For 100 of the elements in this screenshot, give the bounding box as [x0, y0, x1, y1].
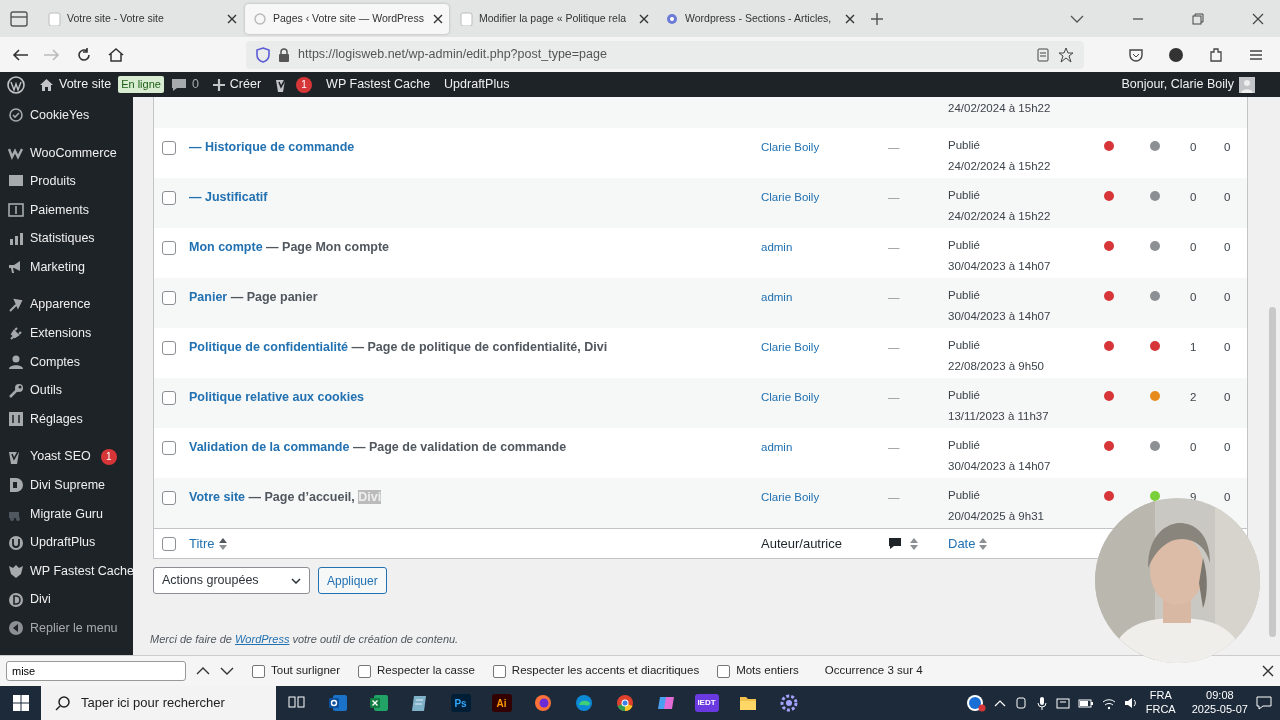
- author-link[interactable]: Clarie Boily: [761, 491, 820, 503]
- sidebar-item[interactable]: WooCommerce: [0, 138, 133, 168]
- app-icon[interactable]: IEDT: [694, 694, 719, 712]
- option-checkbox[interactable]: [252, 664, 265, 678]
- apply-button[interactable]: Appliquer: [318, 567, 387, 594]
- sidebar-item[interactable]: Paiements: [0, 195, 133, 225]
- page-title-link[interactable]: Votre site: [189, 490, 246, 504]
- row-checkbox[interactable]: [162, 191, 176, 205]
- sidebar-item[interactable]: CookieYes: [0, 101, 133, 130]
- sidebar-item[interactable]: Extensions: [0, 319, 133, 348]
- toolbar-link[interactable]: WP Fastest Cache: [319, 75, 438, 94]
- help-icon[interactable]: [965, 694, 986, 712]
- option-checkbox[interactable]: [492, 664, 506, 678]
- browser-tab[interactable]: Pages ‹ Votre site — WordPress: [245, 3, 449, 34]
- display-icon[interactable]: [1055, 696, 1070, 710]
- page-title-link[interactable]: Panier: [189, 290, 228, 304]
- wordpress-link[interactable]: WordPress: [235, 632, 290, 645]
- spreadsheet-app-icon[interactable]: [369, 694, 388, 712]
- app-icon[interactable]: Ai: [491, 694, 512, 712]
- page-title-link[interactable]: Validation de la commande: [189, 440, 350, 454]
- sidebar-item[interactable]: UpdraftPlus: [0, 528, 133, 557]
- author-link[interactable]: admin: [761, 441, 793, 453]
- author-link[interactable]: admin: [761, 241, 793, 253]
- sidebar-item[interactable]: Divi: [0, 585, 133, 615]
- browser-tab[interactable]: Wordpress - Sections - Articles,: [657, 3, 861, 34]
- wordpress-logo-icon[interactable]: [7, 75, 25, 94]
- sidebar-item[interactable]: Apparence: [0, 290, 133, 320]
- close-icon[interactable]: [227, 13, 237, 24]
- sort-icon[interactable]: [979, 537, 988, 550]
- date-sort-link[interactable]: Date: [948, 533, 976, 554]
- site-link[interactable]: Votre site: [32, 75, 119, 94]
- page-title-link[interactable]: Mon compte: [189, 240, 263, 254]
- firefox-icon[interactable]: [533, 694, 552, 712]
- collapse-menu-button[interactable]: Replier le menu: [0, 614, 133, 643]
- sidebar-item[interactable]: Produits: [0, 167, 133, 196]
- sort-icon[interactable]: [910, 537, 918, 550]
- option-checkbox[interactable]: [717, 664, 731, 678]
- puzzle-icon[interactable]: [1208, 46, 1224, 63]
- address-bar[interactable]: https://logisweb.net/wp-admin/edit.php?post_type=page: [246, 40, 1084, 69]
- row-checkbox[interactable]: [162, 241, 176, 255]
- page-title-link[interactable]: Politique de confidentialité: [189, 340, 349, 354]
- taskbar-search-field[interactable]: Taper ici pour rechercher: [41, 686, 276, 720]
- author-link[interactable]: admin: [761, 291, 793, 303]
- microphone-icon[interactable]: [1035, 696, 1048, 710]
- chevron-up-icon[interactable]: [993, 699, 1006, 707]
- bulk-actions-select[interactable]: Actions groupées: [153, 567, 310, 594]
- restore-icon[interactable]: [1192, 12, 1204, 25]
- sidebar-item[interactable]: WP Fastest Cache: [0, 556, 133, 586]
- option-checkbox[interactable]: [358, 664, 372, 678]
- chevron-down-icon[interactable]: [1070, 13, 1084, 24]
- find-field[interactable]: mise: [6, 661, 186, 681]
- app-icon[interactable]: Ps: [450, 694, 471, 712]
- sidebar-item[interactable]: Statistiques: [0, 224, 133, 253]
- folder-icon[interactable]: [738, 694, 757, 712]
- page-title-link[interactable]: — Historique de commande: [189, 140, 355, 154]
- notepad-icon[interactable]: [410, 694, 429, 712]
- close-icon[interactable]: [1262, 665, 1274, 677]
- sidebar-item[interactable]: Divi Supreme: [0, 471, 133, 500]
- row-checkbox[interactable]: [162, 341, 176, 355]
- account-link[interactable]: Bonjour, Clarie Boily: [1114, 75, 1262, 94]
- author-link[interactable]: Clarie Boily: [761, 191, 820, 203]
- scrollbar-thumb[interactable]: [1269, 307, 1276, 637]
- title-sort-link[interactable]: Titre: [189, 533, 215, 554]
- sidebar-item[interactable]: Marketing: [0, 252, 133, 282]
- edge-icon[interactable]: [574, 694, 593, 712]
- row-checkbox[interactable]: [162, 141, 176, 155]
- page-title-link[interactable]: Politique relative aux cookies: [189, 390, 365, 404]
- copilot-icon[interactable]: [656, 694, 675, 712]
- row-checkbox[interactable]: [162, 441, 176, 455]
- battery-icon[interactable]: [1077, 697, 1094, 709]
- pocket-icon[interactable]: [1128, 46, 1144, 63]
- sidebar-item[interactable]: Migrate Guru: [0, 499, 133, 529]
- page-title-link[interactable]: — Justificatif: [189, 190, 268, 204]
- lock-icon[interactable]: [278, 47, 290, 62]
- row-checkbox[interactable]: [162, 291, 176, 305]
- close-icon[interactable]: [639, 13, 649, 24]
- close-icon[interactable]: [845, 13, 855, 24]
- sidebar-item[interactable]: Yoast SEO 1: [0, 442, 133, 472]
- row-checkbox[interactable]: [162, 491, 176, 505]
- sidebar-item[interactable]: Réglages: [0, 404, 133, 434]
- star-icon[interactable]: [1058, 46, 1074, 63]
- shield-icon[interactable]: [256, 46, 270, 63]
- toolbar-link[interactable]: UpdraftPlus: [437, 75, 517, 94]
- comments-link[interactable]: 0: [163, 75, 206, 94]
- author-link[interactable]: Clarie Boily: [761, 341, 820, 353]
- next-icon[interactable]: [220, 666, 234, 676]
- browser-tab[interactable]: Modifier la page « Politique rela: [451, 3, 655, 34]
- select-all-checkbox[interactable]: [162, 536, 176, 551]
- author-link[interactable]: Clarie Boily: [761, 141, 820, 153]
- close-icon[interactable]: [433, 13, 443, 24]
- browser-tab[interactable]: Votre site - Votre site: [39, 3, 243, 34]
- create-link[interactable]: Créer: [205, 75, 269, 94]
- device-icon[interactable]: [1013, 696, 1028, 710]
- notification-icon[interactable]: [1256, 695, 1272, 711]
- sidebar-item[interactable]: Outils: [0, 376, 133, 405]
- sidebar-item[interactable]: Comptes: [0, 347, 133, 377]
- mail-app-icon[interactable]: [328, 694, 347, 712]
- close-icon[interactable]: [1252, 12, 1264, 25]
- chrome-icon[interactable]: [615, 694, 634, 712]
- wifi-icon[interactable]: [1101, 696, 1116, 710]
